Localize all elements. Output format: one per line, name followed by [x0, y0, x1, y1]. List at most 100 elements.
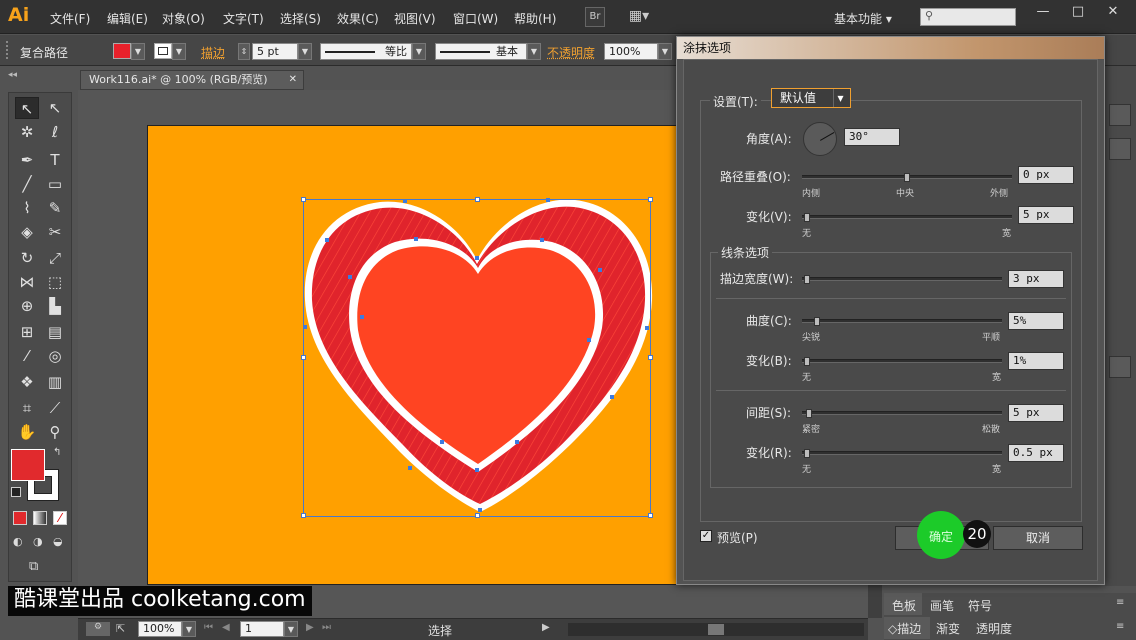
color-mode-icon[interactable]: [13, 511, 27, 525]
cancel-button[interactable]: 取消: [993, 526, 1083, 550]
opacity-dropdown[interactable]: ▼: [658, 43, 672, 60]
opacity-field[interactable]: 100%: [604, 43, 658, 60]
draw-behind-icon[interactable]: ◑: [33, 535, 49, 549]
stroke-swatch[interactable]: [154, 43, 172, 59]
artboard-number-field[interactable]: 1: [240, 621, 284, 637]
variation-v-field[interactable]: 5 px: [1018, 206, 1074, 224]
dialog-title[interactable]: 涂抹选项: [677, 37, 1104, 59]
free-transform-tool-icon[interactable]: ⬚: [43, 271, 67, 293]
variable-width-profile[interactable]: 等比: [320, 43, 412, 60]
lasso-tool-icon[interactable]: ℓ: [43, 121, 67, 143]
symbol-sprayer-tool-icon[interactable]: ❖: [15, 371, 39, 393]
stroke-weight-dropdown[interactable]: ▼: [298, 43, 312, 60]
column-graph-tool-icon[interactable]: ▥: [43, 371, 67, 393]
tab-stroke[interactable]: ◇描边: [888, 620, 921, 637]
variation-r-field[interactable]: 0.5 px: [1008, 444, 1064, 462]
selection-tool-icon[interactable]: ↖: [15, 97, 39, 119]
angle-dial[interactable]: [803, 122, 837, 156]
tab-transparency[interactable]: 透明度: [976, 620, 1012, 637]
variation-b-slider[interactable]: [802, 357, 1002, 366]
workspace-switcher[interactable]: 基本功能 ▾: [834, 10, 892, 27]
toolbar-collapse-icon[interactable]: ◂◂: [8, 70, 72, 82]
blob-brush-tool-icon[interactable]: ◈: [15, 221, 39, 243]
gradient-mode-icon[interactable]: [33, 511, 47, 525]
draw-inside-icon[interactable]: ◒: [53, 535, 69, 549]
brush-definition[interactable]: 基本: [435, 43, 527, 60]
menu-window[interactable]: 窗口(W): [453, 10, 498, 27]
menu-effect[interactable]: 效果(C): [337, 10, 379, 27]
tab-symbols[interactable]: 符号: [968, 597, 992, 614]
maximize-button[interactable]: □: [1061, 2, 1095, 24]
bridge-button[interactable]: Br: [585, 7, 605, 27]
help-search-input[interactable]: ⚲: [920, 8, 1016, 26]
variation-r-slider[interactable]: [802, 449, 1002, 458]
first-artboard-icon[interactable]: ⏮: [204, 622, 213, 633]
rotate-tool-icon[interactable]: ↻: [15, 247, 39, 269]
menu-help[interactable]: 帮助(H): [514, 10, 556, 27]
menu-view[interactable]: 视图(V): [394, 10, 436, 27]
status-menu-arrow-icon[interactable]: ▶: [542, 622, 550, 633]
zoom-tool-icon[interactable]: ⚲: [43, 421, 67, 443]
artboard-tool-icon[interactable]: ⌗: [15, 397, 39, 419]
preview-checkbox[interactable]: ✓: [700, 530, 712, 542]
spacing-slider[interactable]: [802, 409, 1002, 418]
mesh-tool-icon[interactable]: ⊞: [15, 321, 39, 343]
spacing-field[interactable]: 5 px: [1008, 404, 1064, 422]
default-colors-icon[interactable]: [11, 487, 21, 497]
opacity-link[interactable]: 不透明度: [547, 44, 595, 61]
eyedropper-tool-icon[interactable]: ⁄: [15, 345, 39, 367]
stroke-weight-stepper[interactable]: ⇕: [238, 43, 250, 60]
shape-builder-tool-icon[interactable]: ⊕: [15, 295, 39, 317]
curviness-field[interactable]: 5%: [1008, 312, 1064, 330]
screen-mode-icon[interactable]: ⧉: [29, 559, 51, 575]
grip-handle[interactable]: [6, 41, 9, 59]
zoom-field[interactable]: 100%: [138, 621, 182, 637]
stroke-weight-field[interactable]: 5 pt: [252, 43, 298, 60]
brush-dropdown[interactable]: ▼: [527, 43, 541, 60]
menu-object[interactable]: 对象(O): [162, 10, 205, 27]
artboard-dropdown[interactable]: ▼: [284, 621, 298, 637]
tab-swatches[interactable]: 色板: [892, 597, 916, 614]
tab-brushes[interactable]: 画笔: [930, 597, 954, 614]
panel-icon[interactable]: [1109, 104, 1131, 126]
stroke-link[interactable]: 描边: [201, 44, 225, 61]
pencil-tool-icon[interactable]: ✎: [43, 197, 67, 219]
panel-icon[interactable]: [1109, 356, 1131, 378]
width-tool-icon[interactable]: ⋈: [15, 271, 39, 293]
next-artboard-icon[interactable]: ▶: [306, 622, 314, 633]
paintbrush-tool-icon[interactable]: ⌇: [15, 197, 39, 219]
menu-edit[interactable]: 编辑(E): [107, 10, 148, 27]
panel-menu-icon[interactable]: ≡: [1116, 621, 1124, 632]
fill-color-box[interactable]: [11, 449, 45, 481]
previous-artboard-icon[interactable]: ◀: [222, 622, 230, 633]
hand-tool-icon[interactable]: ✋: [15, 421, 39, 443]
scale-tool-icon[interactable]: ⤢: [43, 247, 67, 269]
slice-tool-icon[interactable]: ⟋: [43, 397, 67, 419]
path-overlap-slider[interactable]: [802, 173, 1012, 182]
angle-field[interactable]: 30°: [844, 128, 900, 146]
pen-tool-icon[interactable]: ✒: [15, 149, 39, 171]
arrange-documents-icon[interactable]: ▦▾: [624, 7, 654, 27]
path-overlap-field[interactable]: 0 px: [1018, 166, 1074, 184]
panel-icon[interactable]: [1109, 138, 1131, 160]
line-tool-icon[interactable]: ╱: [15, 173, 39, 195]
close-tab-icon[interactable]: ✕: [289, 71, 297, 89]
stroke-dropdown[interactable]: ▼: [172, 43, 186, 60]
fill-swatch[interactable]: [113, 43, 131, 59]
type-tool-icon[interactable]: T: [43, 149, 67, 171]
direct-selection-tool-icon[interactable]: ↖: [43, 97, 67, 119]
share-icon[interactable]: ⇱: [116, 622, 125, 635]
variation-v-slider[interactable]: [802, 213, 1012, 222]
zoom-dropdown[interactable]: ▼: [182, 621, 196, 637]
last-artboard-icon[interactable]: ⏭: [322, 622, 331, 633]
menu-type[interactable]: 文字(T): [223, 10, 264, 27]
minimize-button[interactable]: —: [1026, 2, 1060, 24]
panel-menu-icon[interactable]: ≡: [1116, 597, 1124, 608]
magic-wand-tool-icon[interactable]: ✲: [15, 121, 39, 143]
tab-gradient[interactable]: 渐变: [936, 620, 960, 637]
close-window-button[interactable]: ✕: [1096, 2, 1130, 24]
scissors-tool-icon[interactable]: ✂: [43, 221, 67, 243]
selection-bounding-box[interactable]: [301, 197, 653, 518]
blend-tool-icon[interactable]: ◎: [43, 345, 67, 367]
document-tab[interactable]: Work116.ai* @ 100% (RGB/预览) ✕: [80, 70, 304, 90]
